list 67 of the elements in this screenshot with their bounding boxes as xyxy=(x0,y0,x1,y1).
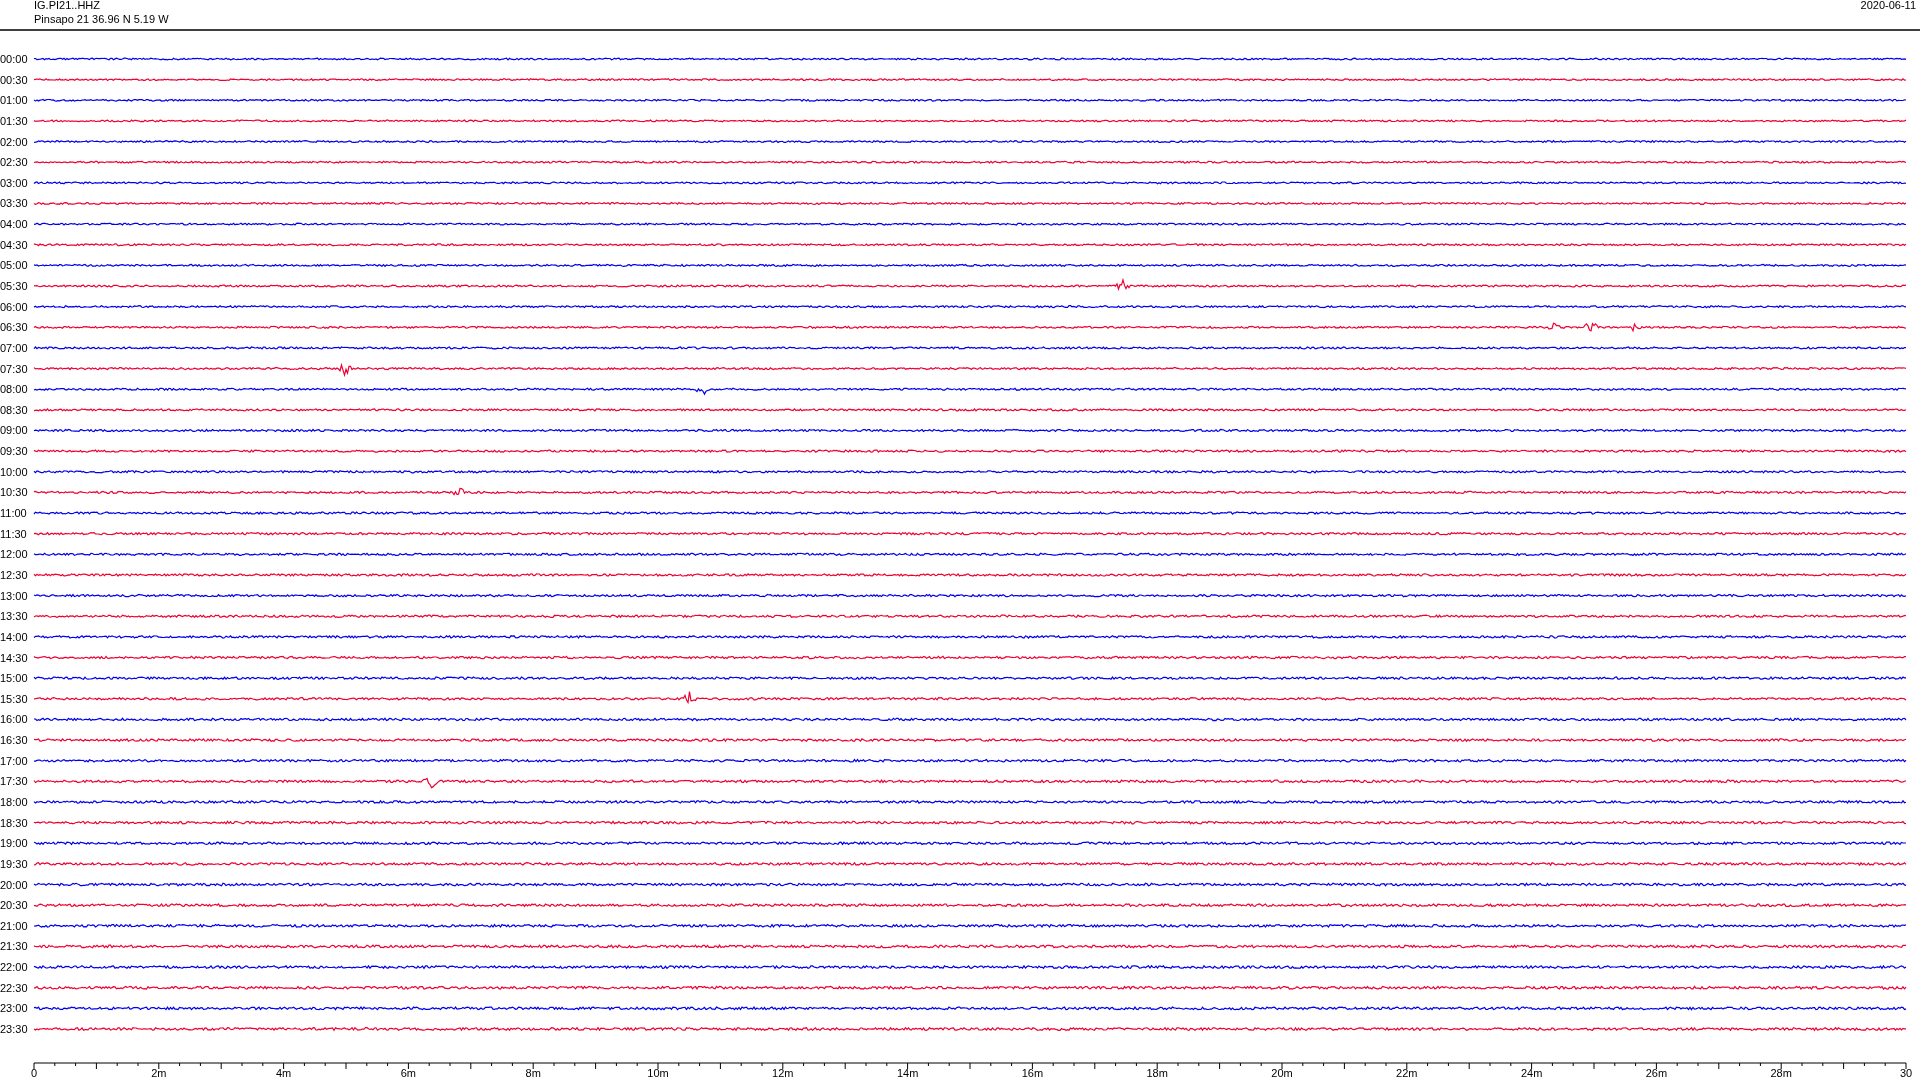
time-label: 15:00 xyxy=(0,672,28,685)
axis-label: 20m xyxy=(1271,1067,1293,1079)
time-label: 10:00 xyxy=(0,465,28,478)
date-label: 2020-06-11 xyxy=(1860,0,1916,11)
axis-label: 2m xyxy=(151,1067,167,1079)
time-label: 18:30 xyxy=(0,816,28,829)
channel-code: IG.PI21..HHZ xyxy=(34,0,101,11)
time-label: 02:30 xyxy=(0,156,28,169)
time-label: 10:30 xyxy=(0,486,28,499)
time-label: 00:00 xyxy=(0,53,28,65)
time-label: 11:00 xyxy=(0,507,27,520)
time-label: 02:00 xyxy=(0,135,28,148)
time-label: 03:00 xyxy=(0,176,28,189)
time-label: 14:00 xyxy=(0,630,28,643)
axis-label: 30 xyxy=(1899,1067,1913,1079)
axis-label: 24m xyxy=(1520,1067,1543,1079)
time-label: 07:00 xyxy=(0,341,28,354)
time-label: 20:00 xyxy=(0,878,28,891)
axis-label: 4m xyxy=(275,1067,292,1079)
time-label: 09:00 xyxy=(0,424,28,437)
axis-label: 8m xyxy=(525,1067,541,1079)
time-label: 15:30 xyxy=(0,692,28,705)
time-label: 05:30 xyxy=(0,280,28,292)
station-info: Pinsapo 21 36.96 N 5.19 W xyxy=(34,13,169,25)
axis-label: 22m xyxy=(1396,1067,1418,1079)
time-label: 19:00 xyxy=(0,837,28,850)
time-label: 01:00 xyxy=(0,94,28,107)
time-label: 22:30 xyxy=(0,981,28,994)
time-label: 04:00 xyxy=(0,218,28,231)
axis-label: 10m xyxy=(647,1067,669,1079)
time-label: 21:30 xyxy=(0,940,28,953)
axis-label: 14m xyxy=(896,1067,919,1079)
time-label: 06:30 xyxy=(0,321,28,334)
time-label: 01:30 xyxy=(0,114,28,127)
time-label: 19:30 xyxy=(0,857,28,870)
axis-label: 0 xyxy=(30,1067,38,1079)
time-label: 20:30 xyxy=(0,899,28,912)
time-label: 18:00 xyxy=(0,796,28,808)
time-label: 17:30 xyxy=(0,775,28,788)
axis-label: 12m xyxy=(772,1067,794,1079)
time-label: 06:00 xyxy=(0,300,28,313)
time-label: 23:00 xyxy=(0,1002,28,1015)
axis-label: 26m xyxy=(1645,1067,1668,1079)
time-label: 21:00 xyxy=(0,919,28,932)
time-label: 12:30 xyxy=(0,568,28,581)
time-label: 12:00 xyxy=(0,548,28,561)
time-label: 13:30 xyxy=(0,610,28,623)
time-label: 22:00 xyxy=(0,961,28,974)
axis-label: 28m xyxy=(1770,1067,1792,1079)
time-label: 09:30 xyxy=(0,445,28,458)
time-label: 23:30 xyxy=(0,1023,28,1035)
time-label: 08:00 xyxy=(0,383,28,396)
time-label: 13:00 xyxy=(0,589,28,602)
time-label: 03:30 xyxy=(0,197,28,210)
axis-label: 18m xyxy=(1146,1067,1168,1079)
time-label: 08:30 xyxy=(0,403,28,416)
time-label: 16:30 xyxy=(0,734,28,747)
time-label: 16:00 xyxy=(0,713,28,726)
axis-label: 6m xyxy=(400,1067,417,1079)
axis-label: 16m xyxy=(1021,1067,1044,1079)
time-label: 11:30 xyxy=(0,527,27,540)
time-label: 00:30 xyxy=(0,73,28,86)
time-label: 04:30 xyxy=(0,238,28,251)
time-label: 17:00 xyxy=(0,754,28,767)
time-label: 05:00 xyxy=(0,259,28,272)
time-label: 07:30 xyxy=(0,362,28,375)
time-label: 14:30 xyxy=(0,651,28,664)
